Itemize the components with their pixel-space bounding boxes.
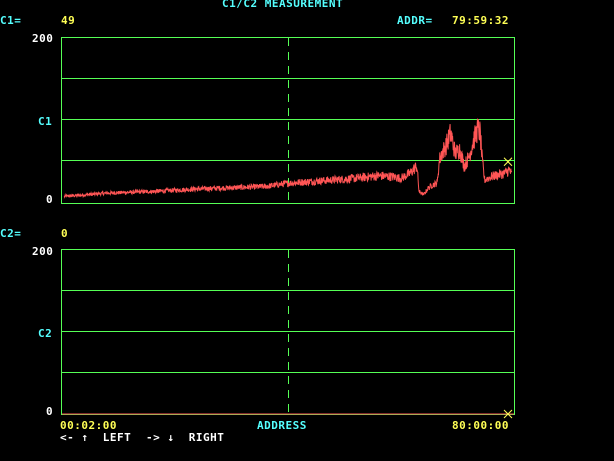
x-axis-label: ADDRESS [257, 419, 307, 432]
c1-plot [61, 37, 515, 204]
nav-left-label: LEFT [102, 431, 132, 444]
nav-right-hint[interactable]: -> ↓ RIGHT [146, 432, 224, 444]
up-arrow-icon: ↑ [81, 431, 89, 444]
nav-left-prefix: <- [60, 431, 75, 444]
c2-plot [61, 249, 515, 419]
c1-cursor-marker [503, 157, 513, 167]
nav-right-prefix: -> [146, 431, 161, 444]
x-end-label: 80:00:00 [452, 419, 509, 432]
down-arrow-icon: ↓ [167, 431, 175, 444]
nav-left-hint[interactable]: <- ↑ LEFT [60, 432, 131, 444]
measurement-plots [61, 37, 515, 419]
nav-right-label: RIGHT [188, 431, 225, 444]
